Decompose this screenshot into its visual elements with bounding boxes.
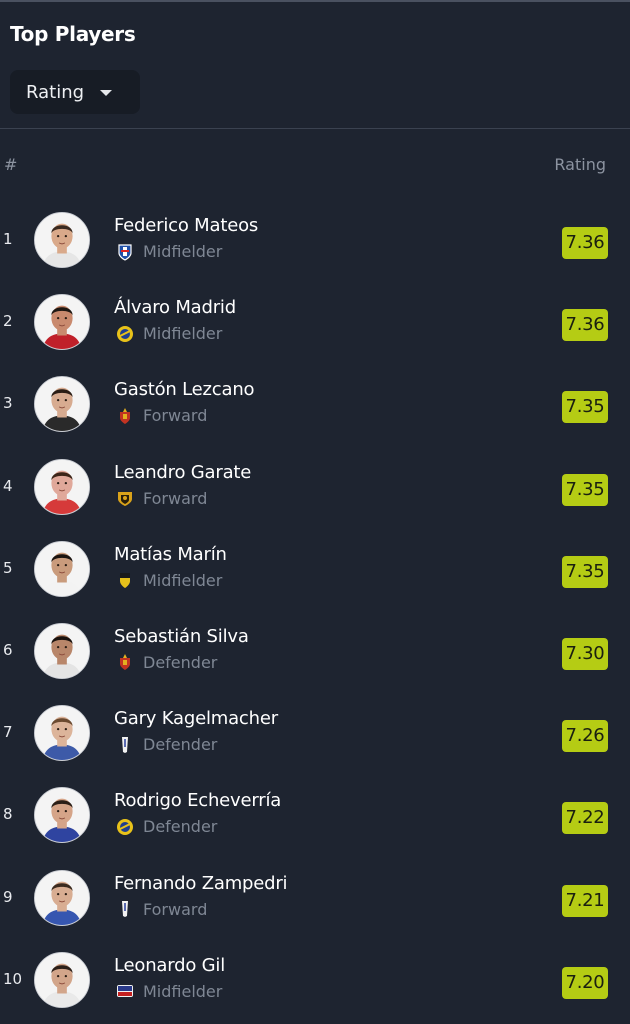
- player-position: Forward: [143, 488, 208, 508]
- player-name[interactable]: Gary Kagelmacher: [114, 708, 278, 729]
- player-avatar: [34, 294, 90, 351]
- team-crest-icon: [116, 407, 134, 425]
- rating-badge: 7.35: [562, 473, 608, 506]
- player-position: Midfielder: [143, 242, 223, 261]
- player-meta: Midfielder: [116, 324, 222, 343]
- player-position: Forward: [143, 406, 208, 426]
- player-rank: 1: [3, 230, 13, 248]
- player-row[interactable]: 6 Sebastián Silva Defender 7.30: [0, 608, 630, 690]
- player-avatar: [34, 212, 90, 268]
- player-rank: 10: [3, 969, 23, 988]
- rating-badge: 7.26: [562, 720, 608, 753]
- player-meta: Forward: [116, 489, 207, 508]
- rating-column-header: Rating: [554, 155, 606, 174]
- player-list: 1 Federico Mateos Midfielder 7.36 2 Álvaro Ma…: [0, 197, 630, 1019]
- player-position: Defender: [143, 817, 218, 837]
- player-avatar: [34, 705, 90, 762]
- team-crest-icon: [116, 900, 134, 918]
- rating-badge: 7.35: [562, 555, 608, 588]
- rating-badge: 7.30: [562, 637, 608, 670]
- player-rank: 2: [3, 312, 13, 331]
- team-crest-icon: [116, 818, 134, 836]
- team-crest-icon: [116, 736, 134, 754]
- player-name[interactable]: Rodrigo Echeverría: [114, 790, 281, 811]
- player-name[interactable]: Leandro Garate: [114, 462, 251, 483]
- player-row[interactable]: 3 Gastón Lezcano Forward 7.35: [0, 361, 630, 443]
- player-meta: Midfielder: [116, 982, 222, 1001]
- player-position: Midfielder: [143, 570, 223, 590]
- team-crest-icon: [116, 325, 134, 343]
- top-players-header: Top Players Rating: [0, 2, 630, 129]
- player-meta: Midfielder: [116, 242, 222, 261]
- team-crest-icon: [116, 489, 134, 507]
- player-avatar: [34, 787, 90, 844]
- player-name[interactable]: Sebastián Silva: [114, 626, 249, 647]
- rating-badge: 7.35: [562, 391, 608, 424]
- player-meta: Defender: [116, 653, 217, 672]
- player-position: Defender: [143, 652, 218, 672]
- player-rank: 7: [3, 723, 13, 742]
- player-avatar: [34, 869, 90, 926]
- player-row[interactable]: 7 Gary Kagelmacher Defender 7.26: [0, 690, 630, 772]
- player-rank: 5: [3, 558, 13, 577]
- player-row[interactable]: 2 Álvaro Madrid Midfielder 7.36: [0, 279, 630, 361]
- player-meta: Defender: [116, 735, 217, 754]
- player-avatar: [34, 951, 90, 1008]
- section-title: Top Players: [10, 22, 136, 46]
- player-position: Defender: [143, 735, 218, 755]
- rating-badge: 7.36: [562, 309, 608, 342]
- player-row[interactable]: 1 Federico Mateos Midfielder 7.36: [0, 197, 630, 279]
- team-crest-icon: [116, 982, 134, 1000]
- player-name[interactable]: Matías Marín: [114, 544, 227, 565]
- player-meta: Defender: [116, 817, 217, 836]
- player-row[interactable]: 10 Leonardo Gil Midfielder 7.20: [0, 937, 630, 1019]
- player-position: Forward: [143, 899, 208, 919]
- caret-down-icon: [100, 90, 113, 96]
- player-avatar: [34, 622, 90, 679]
- sort-dropdown[interactable]: Rating: [10, 70, 140, 114]
- player-name[interactable]: Federico Mateos: [114, 215, 258, 236]
- player-meta: Midfielder: [116, 571, 222, 590]
- player-row[interactable]: 8 Rodrigo Echeverría Defender 7.22: [0, 772, 630, 854]
- team-crest-icon: [116, 243, 134, 261]
- player-avatar: [34, 458, 90, 515]
- player-avatar: [34, 376, 90, 433]
- rating-badge: 7.21: [562, 884, 608, 917]
- player-avatar: [34, 540, 90, 597]
- player-meta: Forward: [116, 900, 207, 919]
- player-row[interactable]: 4 Leandro Garate Forward 7.35: [0, 444, 630, 526]
- rating-badge: 7.22: [562, 802, 608, 835]
- player-rank: 6: [3, 640, 13, 659]
- player-name[interactable]: Álvaro Madrid: [114, 297, 236, 318]
- sort-dropdown-label: Rating: [26, 81, 85, 103]
- player-name[interactable]: Leonardo Gil: [114, 955, 225, 976]
- player-rank: 3: [3, 394, 13, 413]
- rating-badge: 7.20: [562, 966, 608, 999]
- team-crest-icon: [116, 653, 134, 671]
- rating-badge: 7.36: [562, 227, 608, 259]
- rank-column-header: #: [4, 155, 18, 174]
- player-row[interactable]: 5 Matías Marín Midfielder 7.35: [0, 526, 630, 608]
- team-crest-icon: [116, 571, 134, 589]
- player-rank: 9: [3, 887, 13, 906]
- player-row[interactable]: 9 Fernando Zampedri Forward 7.21: [0, 855, 630, 937]
- player-meta: Forward: [116, 406, 207, 425]
- player-name[interactable]: Gastón Lezcano: [114, 379, 255, 400]
- player-position: Midfielder: [143, 981, 223, 1001]
- player-position: Midfielder: [143, 324, 223, 344]
- player-rank: 8: [3, 805, 13, 824]
- player-name[interactable]: Fernando Zampedri: [114, 873, 288, 894]
- player-rank: 4: [3, 476, 13, 495]
